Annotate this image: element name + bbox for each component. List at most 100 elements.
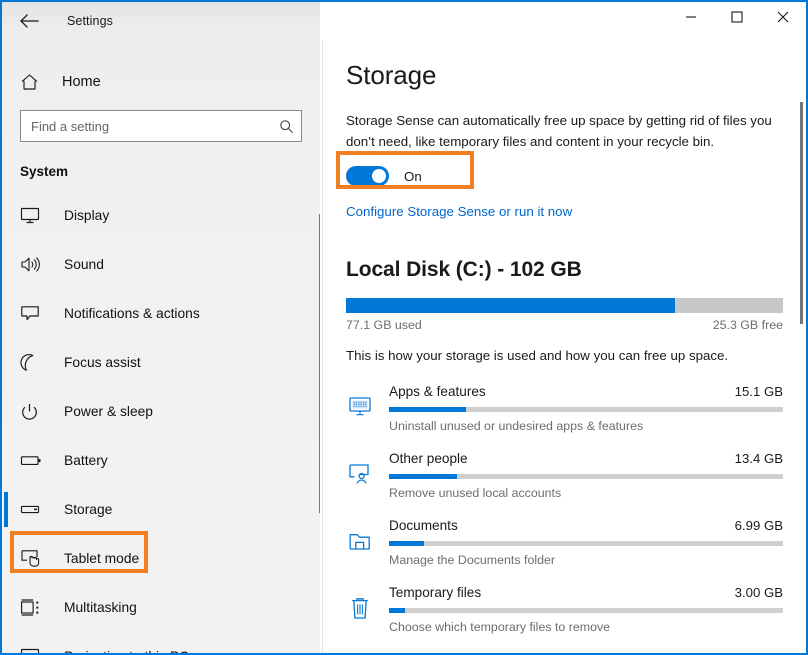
sidebar-item-home[interactable]: Home <box>2 62 320 102</box>
storage-category-name: Apps & features <box>389 384 486 399</box>
sidebar-item-focus-assist-label: Focus assist <box>64 355 141 370</box>
sidebar-item-notifications[interactable]: Notifications & actions <box>2 289 320 338</box>
storage-category-size: 6.99 GB <box>734 518 783 533</box>
back-arrow-icon <box>20 14 39 28</box>
storage-sense-description: Storage Sense can automatically free up … <box>346 113 772 149</box>
sidebar-item-home-label: Home <box>62 74 101 90</box>
app-title: Settings <box>67 14 113 28</box>
maximize-button[interactable] <box>714 2 760 32</box>
speaker-icon <box>20 256 50 273</box>
storage-category-subtitle: Remove unused local accounts <box>389 486 562 500</box>
storage-category-bar <box>389 541 783 546</box>
storage-category-name: Temporary files <box>389 585 482 600</box>
main-scrollbar[interactable] <box>800 102 803 324</box>
storage-category-subtitle: Manage the Documents folder <box>389 553 555 567</box>
storage-category-bar-fill <box>389 407 466 412</box>
storage-category-bar <box>389 474 783 479</box>
sidebar-section-title: System <box>20 164 69 179</box>
configure-storage-sense-link[interactable]: Configure Storage Sense or run it now <box>346 204 572 219</box>
sidebar-item-power-sleep[interactable]: Power & sleep <box>2 387 320 436</box>
sidebar-scrollbar[interactable] <box>319 214 320 513</box>
storage-category-size: 15.1 GB <box>734 384 783 399</box>
sidebar-nav-list: Display Sound Notifications & actions Fo… <box>2 191 320 653</box>
usage-description: This is how your storage is used and how… <box>346 348 729 363</box>
sidebar-item-battery[interactable]: Battery <box>2 436 320 485</box>
page-title: Storage <box>346 60 437 90</box>
storage-category-bar-fill <box>389 474 458 479</box>
local-disk-title: Local Disk (C:) - 102 GB <box>346 258 582 281</box>
search-icon <box>271 119 301 134</box>
storage-category-bar-fill <box>389 608 405 613</box>
moon-icon <box>20 353 50 372</box>
storage-category-bar <box>389 407 783 412</box>
disk-free-label: 25.3 GB free <box>712 318 783 332</box>
sidebar-item-projecting[interactable]: Projecting to this PC <box>2 632 320 653</box>
search-input[interactable] <box>21 111 271 141</box>
storage-sense-toggle-label: On <box>404 168 422 184</box>
home-icon <box>20 73 50 91</box>
sidebar-item-notifications-label: Notifications & actions <box>64 306 200 321</box>
close-icon <box>777 11 789 23</box>
projecting-icon <box>20 648 50 653</box>
drive-icon <box>20 503 50 516</box>
trash-icon <box>346 597 374 620</box>
storage-category-header: Apps & features 15.1 GB <box>389 384 783 399</box>
storage-category-subtitle: Choose which temporary files to remove <box>389 620 611 634</box>
monitor-icon <box>20 207 50 224</box>
settings-window: Settings Home Find a setting System Disp… <box>0 0 808 655</box>
storage-sense-toggle-row: On <box>346 164 422 188</box>
multitasking-icon <box>20 598 50 617</box>
apps-monitor-icon <box>346 396 374 417</box>
sidebar-item-sound-label: Sound <box>64 257 104 272</box>
storage-category-header: Temporary files 3.00 GB <box>389 585 783 600</box>
tablet-icon <box>20 549 50 568</box>
sidebar-item-display-label: Display <box>64 208 110 223</box>
minimize-button[interactable] <box>668 2 714 32</box>
storage-category-bar <box>389 608 783 613</box>
sidebar-item-sound[interactable]: Sound <box>2 240 320 289</box>
storage-category-body: Temporary files 3.00 GB Choose which tem… <box>389 585 783 634</box>
disk-usage-bar <box>346 298 783 313</box>
storage-category-bar-fill <box>389 541 425 546</box>
storage-category-row[interactable]: Apps & features 15.1 GB Uninstall unused… <box>323 377 806 444</box>
disk-used-label: 77.1 GB used <box>346 318 422 332</box>
documents-folder-icon <box>346 530 374 552</box>
storage-category-name: Documents <box>389 518 458 533</box>
storage-category-size: 3.00 GB <box>734 585 783 600</box>
search-box[interactable] <box>20 110 302 142</box>
sidebar-item-storage-label: Storage <box>64 502 113 517</box>
storage-category-name: Other people <box>389 451 468 466</box>
main-content: Storage Storage Sense can automatically … <box>323 40 806 653</box>
storage-category-body: Apps & features 15.1 GB Uninstall unused… <box>389 384 783 433</box>
storage-category-row[interactable]: Other people 13.4 GB Remove unused local… <box>323 444 806 511</box>
storage-category-row[interactable]: Temporary files 3.00 GB Choose which tem… <box>323 578 806 645</box>
storage-category-size: 13.4 GB <box>734 451 783 466</box>
sidebar: Home System Display <box>2 40 320 653</box>
storage-category-header: Other people 13.4 GB <box>389 451 783 466</box>
title-bar: Settings <box>2 2 806 40</box>
sidebar-item-battery-label: Battery <box>64 453 108 468</box>
disk-usage-bar-fill <box>346 298 676 313</box>
storage-category-body: Documents 6.99 GB Manage the Documents f… <box>389 518 783 567</box>
sidebar-item-multitasking-label: Multitasking <box>64 600 137 615</box>
sidebar-item-storage[interactable]: Storage <box>2 485 320 534</box>
other-people-icon <box>346 463 374 485</box>
storage-category-row[interactable]: Documents 6.99 GB Manage the Documents f… <box>323 511 806 578</box>
title-bar-left: Settings <box>2 2 320 40</box>
back-button[interactable] <box>6 5 52 37</box>
sidebar-item-multitasking[interactable]: Multitasking <box>2 583 320 632</box>
sidebar-item-projecting-label: Projecting to this PC <box>64 649 189 653</box>
storage-category-list: Apps & features 15.1 GB Uninstall unused… <box>323 377 806 645</box>
storage-category-subtitle: Uninstall unused or undesired apps & fea… <box>389 419 644 433</box>
disk-usage-legend: 77.1 GB used 25.3 GB free <box>346 318 783 332</box>
storage-sense-toggle[interactable] <box>346 166 389 186</box>
sidebar-item-display[interactable]: Display <box>2 191 320 240</box>
window-controls <box>320 2 806 40</box>
minimize-icon <box>686 16 696 18</box>
power-icon <box>20 403 50 421</box>
sidebar-item-tablet-mode[interactable]: Tablet mode <box>2 534 320 583</box>
notification-icon <box>20 305 50 322</box>
sidebar-item-focus-assist[interactable]: Focus assist <box>2 338 320 387</box>
close-button[interactable] <box>760 2 806 32</box>
battery-icon <box>20 453 50 468</box>
